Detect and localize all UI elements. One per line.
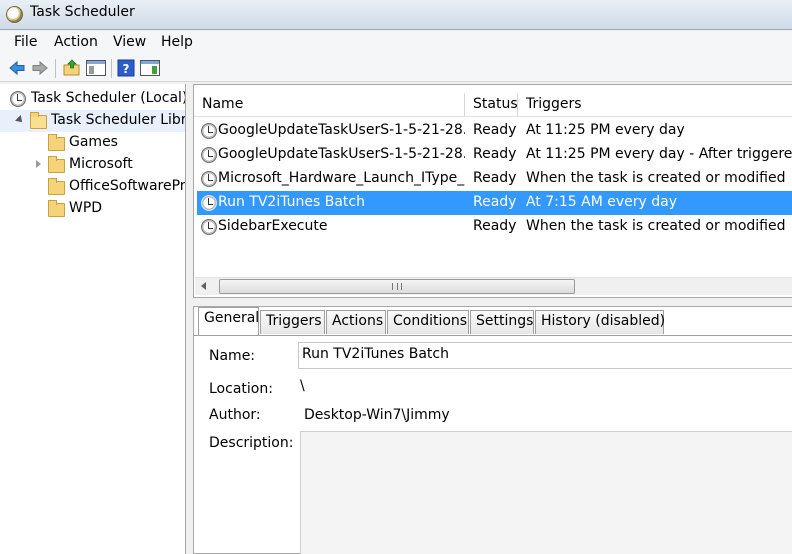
menu-file[interactable]: File <box>14 34 37 50</box>
folder-open-icon <box>30 112 47 129</box>
task-trigger: When the task is created or modified <box>526 218 786 234</box>
expand-arrow-icon[interactable] <box>36 160 41 168</box>
tab-conditions[interactable]: Conditions <box>387 310 469 334</box>
task-status: Ready <box>473 194 517 210</box>
tree-item-library[interactable]: Task Scheduler Libra <box>0 110 186 132</box>
column-header-triggers[interactable]: Triggers <box>518 93 792 117</box>
task-trigger: At 11:25 PM every day - After triggered, <box>526 146 792 162</box>
folder-icon <box>48 156 65 173</box>
task-row-selected[interactable]: Run TV2iTunes Batch Ready At 7:15 AM eve… <box>197 191 792 215</box>
tree-item-root[interactable]: Task Scheduler (Local) <box>0 88 186 110</box>
task-status: Ready <box>473 218 517 234</box>
toolbar: ? <box>0 55 792 82</box>
navigation-tree: Task Scheduler (Local) Task Scheduler Li… <box>0 84 186 554</box>
column-header-status[interactable]: Status <box>465 93 518 117</box>
title-bar: Task Scheduler <box>0 0 792 30</box>
menu-view[interactable]: View <box>113 34 146 50</box>
task-trigger: At 7:15 AM every day <box>526 194 678 210</box>
author-value: Desktop-Win7\Jimmy <box>304 407 450 423</box>
folder-icon <box>48 200 65 217</box>
task-row[interactable]: GoogleUpdateTaskUserS-1-5-21-28... Ready… <box>197 143 792 167</box>
task-name-field[interactable]: Run TV2iTunes Batch <box>298 342 792 369</box>
toolbar-separator <box>111 59 112 78</box>
location-label: Location: <box>209 381 273 397</box>
task-name: Run TV2iTunes Batch <box>218 194 365 210</box>
clock-icon <box>10 91 26 107</box>
name-label: Name: <box>209 348 256 364</box>
folder-icon <box>48 178 65 195</box>
author-label: Author: <box>209 407 261 423</box>
task-row[interactable]: Microsoft_Hardware_Launch_IType_... Read… <box>197 167 792 191</box>
tree-item-label: Games <box>69 134 118 150</box>
description-label: Description: <box>209 435 294 451</box>
task-name: Microsoft_Hardware_Launch_IType_... <box>218 170 465 186</box>
tab-actions[interactable]: Actions <box>326 310 386 334</box>
clock-icon <box>201 123 217 139</box>
clock-icon <box>201 171 217 187</box>
window-title: Task Scheduler <box>30 4 135 20</box>
clock-icon <box>201 147 217 163</box>
menu-help[interactable]: Help <box>161 34 193 50</box>
menu-bar: File Action View Help <box>0 31 792 55</box>
scrollbar-thumb[interactable] <box>219 279 575 294</box>
tree-item-label: Microsoft <box>69 156 133 172</box>
tab-history[interactable]: History (disabled) <box>535 310 665 334</box>
show-hide-tree-icon[interactable] <box>86 59 106 77</box>
task-status: Ready <box>473 170 517 186</box>
tree-item-microsoft[interactable]: Microsoft <box>0 154 185 176</box>
tree-item-games[interactable]: Games <box>0 132 185 154</box>
task-trigger: At 11:25 PM every day <box>526 122 685 138</box>
task-details-pane: General Triggers Actions Conditions Sett… <box>193 306 792 554</box>
back-arrow-icon[interactable] <box>8 59 26 77</box>
svg-text:?: ? <box>123 62 130 76</box>
task-status: Ready <box>473 122 517 138</box>
tab-general[interactable]: General <box>198 307 259 335</box>
tree-item-label: Task Scheduler Libra <box>51 112 186 128</box>
toolbar-separator <box>55 59 56 78</box>
menu-action[interactable]: Action <box>54 34 98 50</box>
task-row[interactable]: GoogleUpdateTaskUserS-1-5-21-28... Ready… <box>197 119 792 143</box>
up-folder-icon[interactable] <box>63 59 81 77</box>
column-header-name[interactable]: Name <box>194 93 465 117</box>
scroll-left-arrow-icon[interactable] <box>201 282 206 290</box>
horizontal-splitter[interactable] <box>193 298 792 306</box>
forward-arrow-icon[interactable] <box>31 59 49 77</box>
tree-item-label: OfficeSoftwarePro <box>69 178 186 194</box>
tree-item-label: WPD <box>69 200 103 216</box>
task-name: GoogleUpdateTaskUserS-1-5-21-28... <box>218 146 465 162</box>
tab-settings[interactable]: Settings <box>470 310 534 334</box>
tree-item-officesoftwarepro[interactable]: OfficeSoftwarePro <box>0 176 186 198</box>
horizontal-scrollbar[interactable] <box>195 277 792 295</box>
task-name: GoogleUpdateTaskUserS-1-5-21-28... <box>218 122 465 138</box>
folder-icon <box>48 134 65 151</box>
location-value: \ <box>300 378 305 394</box>
task-trigger: When the task is created or modified <box>526 170 786 186</box>
task-row[interactable]: SidebarExecute Ready When the task is cr… <box>197 215 792 239</box>
tab-triggers[interactable]: Triggers <box>260 310 325 334</box>
task-list: Name Status Triggers GoogleUpdateTaskUse… <box>193 84 792 298</box>
expand-arrow-icon[interactable] <box>15 115 25 125</box>
description-field[interactable] <box>300 431 792 554</box>
task-name: SidebarExecute <box>218 218 328 234</box>
clock-icon <box>6 6 23 23</box>
tab-strip-line <box>194 335 792 336</box>
help-icon[interactable]: ? <box>117 59 135 77</box>
clock-icon <box>201 195 217 211</box>
tree-item-label: Task Scheduler (Local) <box>31 90 186 106</box>
grip-icon <box>392 283 402 290</box>
tree-item-wpd[interactable]: WPD <box>0 198 185 220</box>
task-status: Ready <box>473 146 517 162</box>
show-hide-action-pane-icon[interactable] <box>140 59 160 77</box>
clock-icon <box>201 219 217 235</box>
